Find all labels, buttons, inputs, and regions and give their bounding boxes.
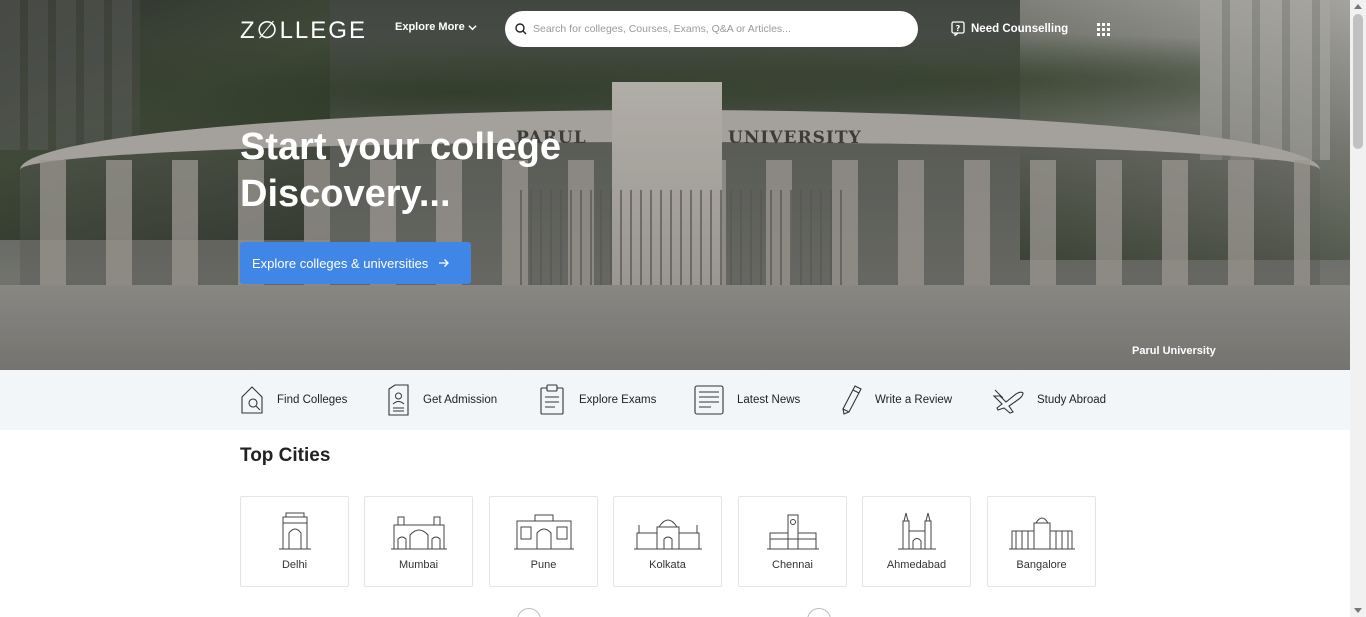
city-name: Ahmedabad — [886, 559, 947, 571]
india-gate-icon — [278, 512, 311, 550]
scroll-up-arrow-icon[interactable] — [1354, 4, 1362, 9]
carousel-prev-button[interactable] — [517, 608, 541, 617]
hero-overlay — [0, 0, 1350, 370]
apps-grid-icon[interactable] — [1097, 23, 1110, 36]
quick-link-study-abroad[interactable]: Study Abroad — [992, 384, 1106, 416]
city-card-chennai[interactable]: Chennai — [738, 496, 847, 587]
carousel-next-button[interactable] — [807, 608, 831, 617]
city-name: Kolkata — [649, 559, 686, 571]
quick-link-label: Study Abroad — [1037, 394, 1107, 406]
clipboard-icon — [540, 384, 564, 415]
quick-link-label: Latest News — [737, 394, 801, 406]
quick-link-find-colleges[interactable]: Find Colleges — [240, 384, 347, 416]
city-card-mumbai[interactable]: Mumbai — [364, 496, 473, 587]
victoria-memorial-icon — [633, 519, 702, 550]
quick-link-label: Get Admission — [423, 394, 498, 406]
hero-headline-line1: Start your college — [240, 126, 561, 168]
explore-more-label: Explore More — [395, 21, 465, 33]
city-name: Mumbai — [398, 559, 439, 571]
city-name: Chennai — [772, 559, 813, 571]
admission-form-icon — [388, 384, 409, 416]
city-card-bangalore[interactable]: Bangalore — [987, 496, 1096, 587]
site-logo[interactable]: Z∅LLEGE — [240, 16, 367, 45]
hero-image-credit: Parul University — [1132, 345, 1216, 357]
pen-icon — [842, 385, 862, 415]
scrollbar-thumb[interactable] — [1353, 14, 1363, 149]
explore-colleges-label: Explore colleges & universities — [252, 255, 429, 271]
gateway-of-india-icon — [390, 516, 447, 550]
city-card-pune[interactable]: Pune — [489, 496, 598, 587]
question-chat-icon: ? — [951, 21, 965, 36]
search-input[interactable] — [533, 23, 903, 35]
quick-link-label: Explore Exams — [579, 394, 657, 406]
quick-link-label: Write a Review — [875, 394, 953, 406]
explore-more-menu[interactable]: Explore More — [395, 21, 477, 33]
page-scrollbar[interactable] — [1350, 0, 1366, 617]
find-colleges-icon — [241, 386, 263, 414]
airplane-icon — [992, 389, 1024, 414]
top-cities-title: Top Cities — [240, 445, 331, 466]
news-icon — [694, 385, 724, 415]
city-name: Pune — [530, 559, 557, 571]
hero-headline-line2: Discovery... — [240, 173, 451, 215]
quick-link-get-admission[interactable]: Get Admission — [387, 384, 497, 416]
hero-headline: Start your college Discovery... — [240, 124, 600, 218]
quick-links-bar: Find Colleges Get Admission Explore Exam… — [0, 370, 1350, 430]
ahmedabad-mosque-icon — [897, 512, 936, 550]
hero-banner: PARUL UNIVERSITY Parul University — [0, 0, 1350, 370]
quick-link-label: Find Colleges — [277, 394, 348, 406]
shaniwar-wada-icon — [513, 514, 574, 550]
arrow-right-icon — [439, 259, 450, 267]
quick-link-explore-exams[interactable]: Explore Exams — [538, 384, 656, 416]
scroll-down-arrow-icon[interactable] — [1354, 608, 1362, 613]
quick-link-latest-news[interactable]: Latest News — [693, 384, 800, 416]
city-card-ahmedabad[interactable]: Ahmedabad — [862, 496, 971, 587]
chennai-central-icon — [766, 514, 819, 550]
city-name: Bangalore — [1016, 559, 1067, 571]
city-card-kolkata[interactable]: Kolkata — [613, 496, 722, 587]
svg-text:?: ? — [956, 24, 961, 33]
city-card-delhi[interactable]: Delhi — [240, 496, 349, 587]
chevron-down-icon — [468, 24, 477, 30]
search-bar[interactable] — [505, 11, 918, 47]
need-counselling-button[interactable]: ? Need Counselling — [951, 21, 1068, 36]
search-icon — [515, 23, 527, 35]
need-counselling-label: Need Counselling — [971, 22, 1069, 35]
quick-link-write-review[interactable]: Write a Review — [840, 384, 952, 416]
vidhana-soudha-icon — [1008, 517, 1075, 550]
city-name: Delhi — [281, 559, 308, 571]
explore-colleges-button[interactable]: Explore colleges & universities — [240, 242, 471, 284]
